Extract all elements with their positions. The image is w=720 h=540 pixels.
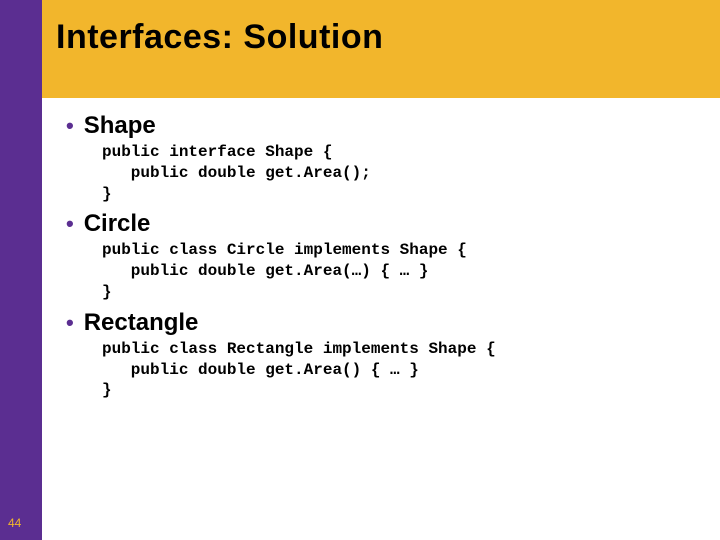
bullet-dot-icon: •: [66, 213, 74, 235]
bullet-dot-icon: •: [66, 312, 74, 334]
bullet-heading: • Rectangle: [66, 309, 696, 337]
code-block: public class Rectangle implements Shape …: [102, 339, 696, 401]
bullet-label: Circle: [84, 210, 151, 238]
bullet-item: • Shape public interface Shape { public …: [66, 112, 696, 204]
slide-content: • Shape public interface Shape { public …: [42, 98, 720, 407]
bullet-heading: • Shape: [66, 112, 696, 140]
bullet-label: Shape: [84, 112, 156, 140]
bullet-label: Rectangle: [84, 309, 199, 337]
bullet-heading: • Circle: [66, 210, 696, 238]
left-rail: [0, 0, 42, 540]
code-block: public class Circle implements Shape { p…: [102, 240, 696, 302]
bullet-dot-icon: •: [66, 115, 74, 137]
page-number: 44: [8, 516, 21, 530]
bullet-item: • Circle public class Circle implements …: [66, 210, 696, 302]
bullet-item: • Rectangle public class Rectangle imple…: [66, 309, 696, 401]
slide-title: Interfaces: Solution: [56, 18, 383, 57]
code-block: public interface Shape { public double g…: [102, 142, 696, 204]
